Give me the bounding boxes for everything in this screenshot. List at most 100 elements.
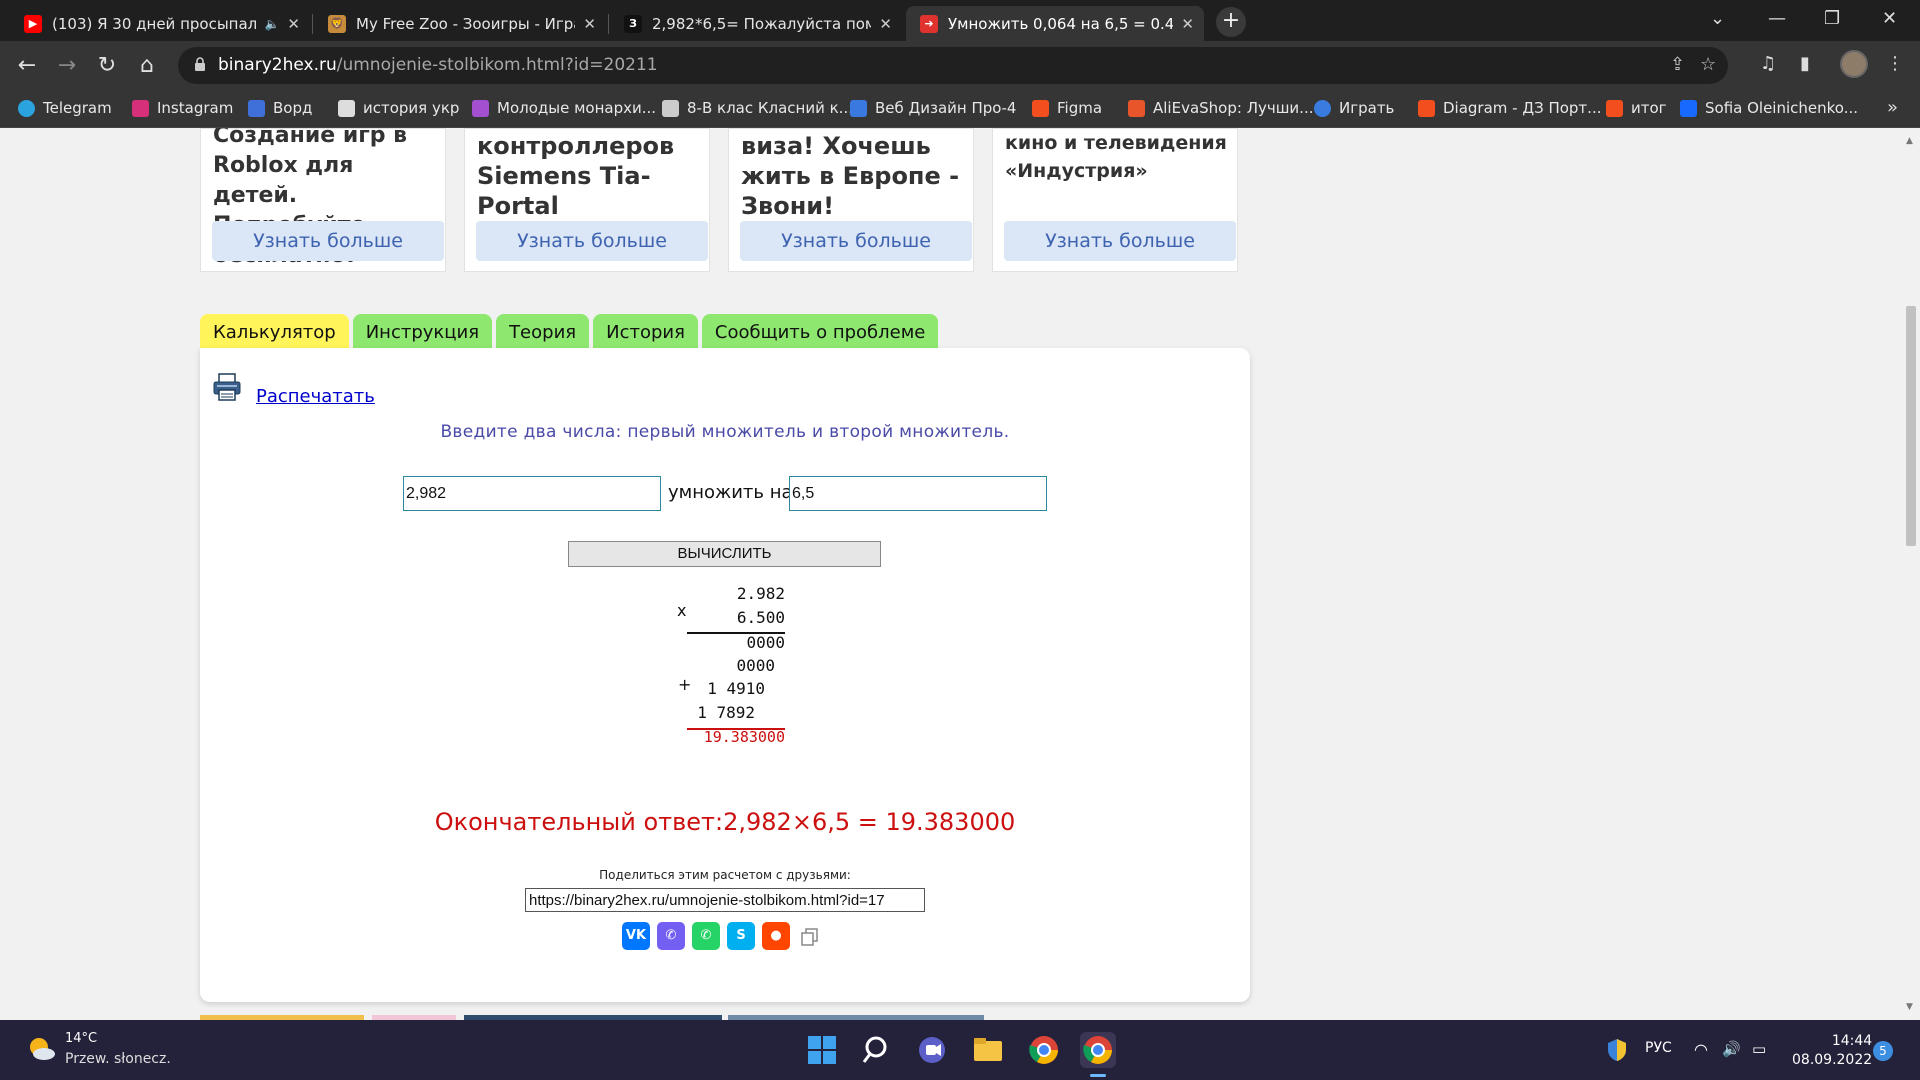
back-icon[interactable]: ←	[12, 51, 42, 81]
figma-icon	[1606, 99, 1623, 117]
bookmark-item[interactable]: 8-В клас Класний к...	[662, 99, 853, 117]
tab-title: 2,982*6,5= Пожалуйста помогит	[652, 14, 872, 33]
ad-text: контроллеров Siemens Tia-Portal	[477, 132, 675, 220]
close-icon[interactable]: ✕	[1181, 15, 1194, 33]
system-clock[interactable]: 14:44 08.09.2022	[1792, 1032, 1872, 1070]
bookmark-star-icon[interactable]: ☆	[1700, 54, 1716, 75]
copy-icon[interactable]	[801, 928, 819, 946]
skype-share-icon[interactable]: S	[727, 922, 755, 950]
book-icon	[472, 99, 489, 117]
reload-icon[interactable]: ↻	[92, 51, 122, 81]
battery-icon[interactable]: ▭	[1752, 1040, 1766, 1058]
instagram-icon	[132, 99, 149, 117]
tab-search-icon[interactable]: ⌄	[1710, 8, 1725, 29]
tab-title: (103) Я 30 дней просыпался	[52, 14, 259, 33]
tab-history[interactable]: История	[593, 314, 698, 350]
side-panel-icon[interactable]: ▮	[1800, 53, 1810, 74]
partial-product: 0000	[736, 656, 775, 675]
profile-avatar[interactable]	[1840, 50, 1868, 78]
close-icon[interactable]: ✕	[583, 15, 596, 33]
bookmark-item[interactable]: Sofia Oleinichenko...	[1680, 99, 1858, 117]
file-explorer-icon[interactable]	[970, 1032, 1006, 1068]
window-close-icon[interactable]: ✕	[1882, 8, 1897, 29]
menu-dots-icon[interactable]: ⋮	[1886, 53, 1904, 74]
media-control-icon[interactable]: ♫	[1760, 53, 1776, 74]
page-scrollbar[interactable]: ▲ ▼	[1902, 128, 1920, 1020]
bookmark-item[interactable]: Ворд	[248, 99, 312, 117]
binary2hex-icon: ➜	[920, 14, 938, 33]
learn-more-button[interactable]: Узнать больше	[740, 221, 972, 261]
speaker-icon[interactable]: 🔈	[264, 17, 279, 31]
language-indicator[interactable]: РУС	[1645, 1040, 1672, 1056]
ad-card[interactable]: контроллеров Siemens Tia-Portal Узнать б…	[464, 128, 710, 272]
vk-share-icon[interactable]: VK	[622, 922, 650, 950]
share-icon[interactable]: ⇪	[1670, 54, 1685, 75]
bookmark-item[interactable]: история укр	[338, 99, 459, 117]
chrome-active-icon[interactable]	[1080, 1032, 1116, 1068]
ad-card[interactable]: виза! Хочешь жить в Европе - Звони! Узна…	[728, 128, 974, 272]
close-icon[interactable]: ✕	[879, 15, 892, 33]
profile-icon	[850, 99, 867, 117]
more-bookmarks-icon[interactable]: »	[1887, 97, 1898, 118]
print-link[interactable]: Распечатать	[256, 386, 375, 407]
chrome-icon[interactable]	[1026, 1032, 1062, 1068]
bookmark-item[interactable]: Веб Дизайн Про-4	[850, 99, 1016, 117]
calculator-panel: Распечатать Введите два числа: первый мн…	[200, 348, 1250, 1002]
printer-icon[interactable]	[212, 372, 242, 402]
home-icon[interactable]: ⌂	[132, 51, 162, 81]
reddit-share-icon[interactable]: ●	[762, 922, 790, 950]
bookmark-item[interactable]: Играть	[1314, 99, 1394, 117]
tab-report-problem[interactable]: Сообщить о проблеме	[701, 314, 939, 350]
notification-badge[interactable]: 5	[1873, 1041, 1893, 1061]
bookmark-item[interactable]: итог	[1606, 99, 1667, 117]
search-icon[interactable]	[860, 1032, 896, 1068]
youtube-icon: ▶	[24, 14, 42, 33]
ad-card[interactable]: Создание игр в Roblox для детей. Попробу…	[200, 128, 446, 272]
calculator-tabs: Калькулятор Инструкция Теория История Со…	[200, 314, 942, 350]
whatsapp-share-icon[interactable]: ✆	[692, 922, 720, 950]
bookmark-item[interactable]: Instagram	[132, 99, 233, 117]
security-shield-icon[interactable]	[1606, 1038, 1628, 1062]
learn-more-button[interactable]: Узнать больше	[212, 221, 444, 261]
partial-product: 1 7892	[697, 703, 755, 722]
browser-tab-youtube[interactable]: ▶ (103) Я 30 дней просыпался 🔈 ✕	[10, 6, 310, 41]
tab-calculator[interactable]: Калькулятор	[200, 314, 349, 350]
first-factor-input[interactable]	[403, 476, 661, 511]
browser-tab-zoo[interactable]: 🦁 My Free Zoo - Зооигры - Играйт ✕	[314, 6, 606, 41]
new-tab-button[interactable]: +	[1216, 7, 1246, 37]
browser-tab-znanija[interactable]: З 2,982*6,5= Пожалуйста помогит ✕	[610, 6, 902, 41]
weather-temperature: 14°C	[65, 1031, 98, 1046]
multiplier: 6.500	[736, 608, 785, 627]
learn-more-button[interactable]: Узнать больше	[1004, 221, 1236, 261]
browser-tab-binary2hex[interactable]: ➜ Умножить 0,064 на 6,5 = 0.4160 ✕	[906, 6, 1204, 41]
share-url-field[interactable]	[525, 888, 925, 912]
restore-icon[interactable]: ❐	[1824, 8, 1840, 29]
learn-more-button[interactable]: Узнать больше	[476, 221, 708, 261]
forward-icon[interactable]: →	[52, 51, 82, 81]
bookmark-item[interactable]: Figma	[1032, 99, 1102, 117]
wifi-icon[interactable]: ◠	[1694, 1040, 1708, 1059]
scroll-up-icon[interactable]: ▲	[1906, 136, 1913, 146]
calculate-button[interactable]: ВЫЧИСЛИТЬ	[568, 541, 881, 567]
close-icon[interactable]: ✕	[287, 15, 300, 33]
tab-title: My Free Zoo - Зооигры - Играйт	[356, 14, 575, 33]
ad-card[interactable]: кино и телевидения «Индустрия» Узнать бо…	[992, 128, 1238, 272]
address-bar[interactable]: binary2hex.ru/umnojenie-stolbikom.html?i…	[178, 47, 1728, 84]
minimize-icon[interactable]: —	[1768, 8, 1786, 29]
bookmark-item[interactable]: Telegram	[18, 99, 112, 117]
scroll-down-icon[interactable]: ▼	[1906, 1002, 1913, 1012]
tab-theory[interactable]: Теория	[496, 314, 590, 350]
bookmark-item[interactable]: Молодые монархи...	[472, 99, 656, 117]
viber-share-icon[interactable]: ✆	[657, 922, 685, 950]
teams-chat-icon[interactable]	[914, 1032, 950, 1068]
second-factor-input[interactable]	[789, 476, 1047, 511]
bookmark-item[interactable]: Diagram - ДЗ Порт...	[1418, 99, 1601, 117]
multiplicand: 2.982	[736, 584, 785, 603]
bookmark-item[interactable]: AliEvaShop: Лучши...	[1128, 99, 1314, 117]
weather-sun-cloud-icon[interactable]	[26, 1034, 56, 1064]
tab-instruction[interactable]: Инструкция	[352, 314, 493, 350]
partial-product: 0000	[746, 633, 785, 652]
volume-icon[interactable]: 🔊	[1722, 1040, 1741, 1058]
windows-start-icon[interactable]	[804, 1032, 840, 1068]
scrollbar-thumb[interactable]	[1906, 306, 1916, 546]
